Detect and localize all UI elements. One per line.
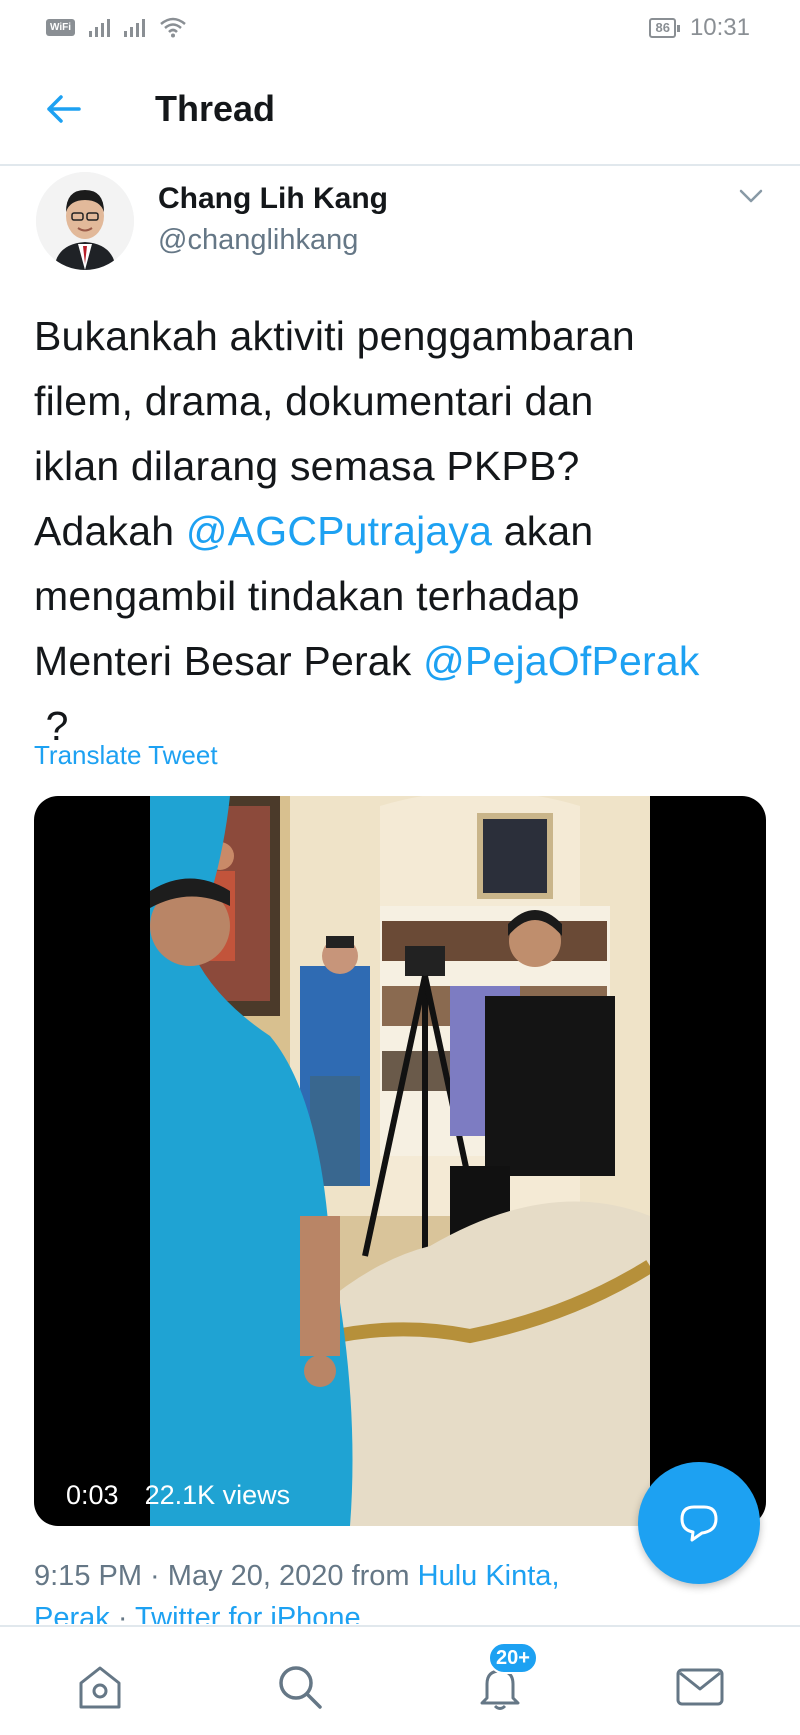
page-title: Thread	[155, 88, 276, 129]
video-info: 0:03 22.1K views	[66, 1480, 290, 1511]
tweet-meta: 9:15 PM · May 20, 2020 from Hulu Kinta,	[34, 1560, 560, 1593]
nav-messages[interactable]	[672, 1659, 728, 1715]
nav-search[interactable]	[272, 1659, 328, 1715]
status-left: WiFi	[46, 16, 187, 38]
back-button[interactable]	[40, 86, 86, 132]
reply-bubble-icon	[680, 1505, 718, 1542]
tweet-meta-line2: Perak · Twitter for iPhone	[34, 1602, 361, 1624]
tweet-text-line: mengambil tindakan terhadap	[34, 573, 580, 619]
location-link[interactable]: Hulu Kinta,	[418, 1560, 560, 1592]
from-label: from	[343, 1560, 418, 1592]
video-views: 22.1K views	[144, 1480, 291, 1510]
wifi-icon	[160, 17, 186, 38]
arrow-left-icon	[47, 95, 81, 123]
messages-icon	[676, 1668, 724, 1706]
search-icon	[279, 1666, 322, 1709]
app-header: Thread	[0, 56, 800, 166]
mention-link[interactable]: @PejaOfPerak	[423, 638, 699, 684]
video-frame	[150, 796, 650, 1526]
nav-home[interactable]	[72, 1659, 128, 1715]
author-name[interactable]: Chang Lih Kang	[158, 182, 388, 216]
text-segment: Menteri Besar Perak	[34, 638, 424, 684]
notification-badge: 20+	[488, 1642, 538, 1674]
video-duration: 0:03	[66, 1480, 119, 1510]
location-link-continued[interactable]: Perak	[34, 1602, 110, 1624]
signal-icon	[124, 17, 146, 37]
translate-tweet-link[interactable]: Translate Tweet	[34, 740, 218, 771]
wifi-calling-icon: WiFi	[46, 18, 76, 36]
video-player[interactable]: 0:03 22.1K views	[34, 796, 766, 1526]
tweet-text-line: Adakah @AGCPutrajaya akan	[34, 499, 774, 564]
chevron-down-icon	[739, 189, 763, 203]
separator: ·	[142, 1560, 168, 1592]
battery-icon: 86	[649, 18, 681, 38]
tweet-text-line: Bukankah aktiviti penggambaran	[34, 313, 635, 359]
author-handle[interactable]: @changlihkang	[158, 224, 358, 257]
signal-icon	[89, 17, 111, 37]
tweet-text-line: Menteri Besar Perak @PejaOfPerak	[34, 629, 774, 694]
clock: 10:31	[689, 14, 750, 41]
tweet-date: May 20, 2020	[167, 1560, 344, 1592]
separator: ·	[109, 1602, 136, 1624]
status-right: 86 10:31	[649, 14, 750, 42]
source-link[interactable]: Twitter for iPhone	[135, 1602, 361, 1624]
tweet-text-line: filem, drama, dokumentari dan	[34, 378, 594, 424]
text-segment: Adakah	[34, 508, 186, 554]
avatar-photo	[36, 172, 134, 270]
bottom-nav: 20+	[0, 1625, 800, 1735]
home-icon	[79, 1666, 121, 1709]
tweet-time: 9:15 PM	[34, 1560, 142, 1592]
tweet-text-line: iklan dilarang semasa PKPB?	[34, 443, 580, 489]
avatar[interactable]	[36, 172, 134, 270]
status-bar: WiFi 86 10:31	[0, 0, 800, 56]
tweet-text: Bukankah aktiviti penggambaran filem, dr…	[34, 304, 774, 759]
reply-compose-button[interactable]	[638, 1462, 760, 1584]
more-options-button[interactable]	[736, 184, 766, 208]
text-segment: akan	[492, 508, 594, 554]
mention-link[interactable]: @AGCPutrajaya	[186, 508, 492, 554]
